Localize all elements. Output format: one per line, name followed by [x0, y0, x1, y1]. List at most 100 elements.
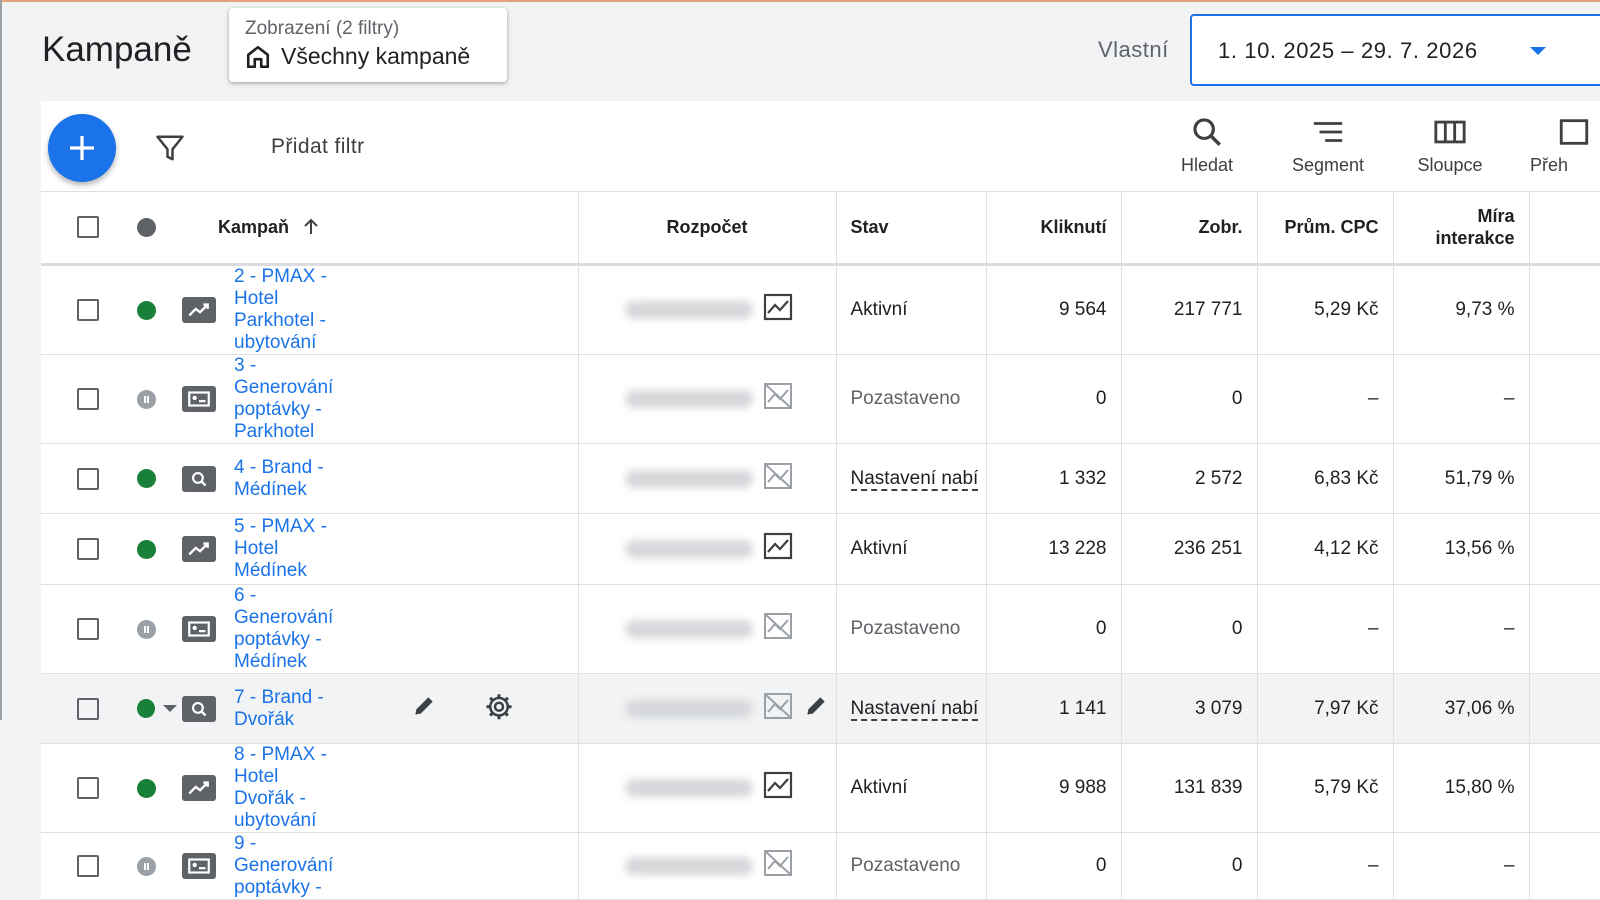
table-row[interactable]: 3 - Generování poptávky - Parkhotel Pozas… [41, 354, 1600, 444]
status-enabled-icon[interactable] [137, 539, 156, 559]
chart-icon[interactable] [763, 293, 793, 327]
campaign-name-link[interactable]: 2 - PMAX - Hotel Parkhotel - ubytování [234, 266, 342, 354]
row-checkbox[interactable] [77, 299, 99, 321]
chart-icon[interactable] [763, 532, 793, 566]
interaction-rate-cell: 15,80 % [1393, 743, 1530, 833]
create-button[interactable] [48, 114, 116, 182]
chart-off-icon[interactable] [763, 462, 793, 496]
status-text: Pozastaveno [850, 618, 961, 639]
budget-cell [578, 743, 837, 833]
chart-off-icon[interactable] [763, 382, 793, 416]
cpc-cell: 5,29 Kč [1257, 264, 1394, 355]
campaign-table: Kampaň Rozpočet Stav Kliknutí Zobr. Prům… [41, 191, 1600, 900]
budget-cell [578, 673, 837, 744]
cpc-cell: – [1257, 584, 1394, 674]
status-cell: Aktivní [836, 264, 987, 355]
row-checkbox[interactable] [77, 538, 99, 560]
segment-tool[interactable]: Segment [1278, 115, 1378, 176]
table-row[interactable]: 2 - PMAX - Hotel Parkhotel - ubytování Ak… [41, 264, 1600, 355]
edit-budget-icon[interactable] [803, 693, 829, 725]
filter-icon[interactable] [155, 133, 185, 163]
chart-off-icon[interactable] [763, 692, 793, 726]
row-checkbox[interactable] [77, 697, 99, 720]
status-cell: Nastavení nabí [836, 443, 987, 514]
campaign-cell: 4 - Brand - Médínek [41, 443, 579, 514]
cpc-header[interactable]: Prům. CPC [1257, 191, 1394, 266]
status-dropdown-icon[interactable] [163, 705, 177, 712]
sort-ascending-icon[interactable] [301, 217, 321, 237]
table-row[interactable]: 9 - Generování poptávky - Pozastaveno 0 0– – [41, 832, 1600, 900]
status-enabled-icon[interactable] [137, 699, 155, 718]
row-checkbox[interactable] [77, 855, 99, 877]
clicks-cell: 9 988 [986, 743, 1122, 833]
table-row[interactable]: 6 - Generování poptávky - Médínek Pozasta… [41, 584, 1600, 674]
table-row[interactable]: 7 - Brand - Dvořák Nastavení nabí 1 141 3 0… [41, 673, 1600, 744]
left-edge-line [0, 0, 2, 720]
campaign-cell: 6 - Generování poptávky - Médínek [41, 584, 579, 674]
demand-gen-campaign-icon [182, 853, 216, 879]
table-row[interactable]: 5 - PMAX - Hotel Médínek Aktivní 13 228 236… [41, 513, 1600, 585]
add-filter-button[interactable]: Přidat filtr [271, 135, 365, 159]
budget-header[interactable]: Rozpočet [578, 191, 837, 266]
table-row[interactable]: 8 - PMAX - Hotel Dvořák - ubytování Aktiv… [41, 743, 1600, 833]
campaign-name-link[interactable]: 4 - Brand - Médínek [234, 457, 342, 501]
chart-off-icon[interactable] [763, 849, 793, 883]
columns-icon [1434, 120, 1466, 144]
edit-campaign-icon[interactable] [411, 693, 437, 725]
campaign-cell: 5 - PMAX - Hotel Médínek [41, 513, 579, 585]
columns-tool[interactable]: Sloupce [1400, 115, 1500, 176]
budget-value-redacted [624, 540, 753, 558]
clicks-cell: 9 564 [986, 264, 1122, 355]
impressions-cell: 236 251 [1121, 513, 1258, 585]
clicks-cell: 0 [986, 584, 1122, 674]
clicks-cell: 1 141 [986, 673, 1122, 744]
chart-off-icon[interactable] [763, 612, 793, 646]
view-selector-value: Všechny kampaně [281, 43, 471, 69]
status-enabled-icon[interactable] [137, 300, 156, 320]
row-checkbox[interactable] [77, 388, 99, 410]
chart-icon[interactable] [763, 771, 793, 805]
status-paused-icon[interactable] [137, 856, 156, 876]
row-checkbox[interactable] [77, 777, 99, 799]
date-range-label: Vlastní [1098, 37, 1169, 62]
report-tool[interactable]: Přeh [1521, 115, 1589, 176]
impressions-cell: 2 572 [1121, 443, 1258, 514]
status-enabled-icon[interactable] [137, 469, 156, 488]
row-checkbox[interactable] [77, 618, 99, 640]
campaign-name-link[interactable]: 3 - Generování poptávky - Parkhotel [234, 355, 342, 443]
status-header[interactable]: Stav [836, 191, 987, 266]
overflow-cell [1529, 673, 1600, 744]
cpc-cell: 6,83 Kč [1257, 443, 1394, 514]
date-range-picker[interactable]: 1. 10. 2025 – 29. 7. 2026 [1190, 14, 1600, 86]
interaction-rate-cell: – [1393, 832, 1530, 900]
interaction-rate-header[interactable]: Míra interakce [1393, 191, 1530, 266]
status-text: Aktivní [850, 538, 908, 559]
interaction-rate-cell: 51,79 % [1393, 443, 1530, 514]
status-paused-icon[interactable] [137, 619, 156, 639]
clicks-header[interactable]: Kliknutí [986, 191, 1122, 266]
view-selector[interactable]: Zobrazení (2 filtry) Všechny kampaně [229, 8, 507, 82]
campaign-name-link[interactable]: 8 - PMAX - Hotel Dvořák - ubytování [234, 744, 342, 832]
report-icon [1559, 119, 1589, 145]
campaign-name-link[interactable]: 5 - PMAX - Hotel Médínek [234, 516, 342, 582]
demand-gen-campaign-icon [182, 616, 216, 642]
campaign-name-link[interactable]: 7 - Brand - Dvořák [234, 687, 342, 731]
table-row[interactable]: 4 - Brand - Médínek Nastavení nabí 1 332 2 … [41, 443, 1600, 514]
impressions-header[interactable]: Zobr. [1121, 191, 1258, 266]
search-tool[interactable]: Hledat [1157, 115, 1257, 176]
page-title: Kampaně [42, 30, 192, 69]
settings-icon[interactable] [484, 691, 514, 727]
status-link[interactable]: Nastavení nabí [850, 697, 979, 721]
overflow-cell [1529, 743, 1600, 833]
select-all-checkbox[interactable] [77, 216, 99, 238]
status-link[interactable]: Nastavení nabí [850, 467, 979, 491]
campaign-name-link[interactable]: 6 - Generování poptávky - Médínek [234, 585, 342, 673]
campaign-name-link[interactable]: 9 - Generování poptávky - [234, 833, 342, 899]
search-campaign-icon [182, 465, 216, 492]
status-enabled-icon[interactable] [137, 778, 156, 798]
interaction-rate-header-line2: interakce [1435, 228, 1515, 248]
campaign-panel: Přidat filtr Hledat Segment Sloupce Přeh… [41, 101, 1600, 900]
status-paused-icon[interactable] [137, 389, 156, 409]
row-checkbox[interactable] [77, 467, 99, 490]
campaign-header[interactable]: Kampaň [41, 191, 579, 266]
